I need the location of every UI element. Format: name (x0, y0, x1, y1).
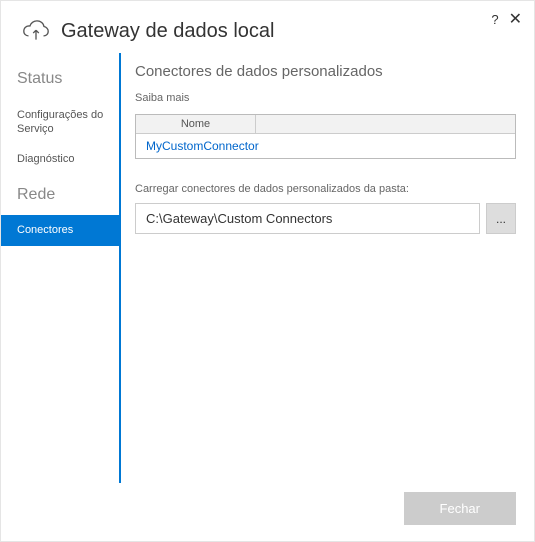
learn-more-link[interactable]: Saiba mais (135, 92, 516, 104)
sidebar-item-diagnostics[interactable]: Diagnóstico (1, 144, 119, 174)
titlebar: Gateway de dados local ? ✕ (1, 1, 534, 53)
sidebar-section-status[interactable]: Status (1, 59, 119, 100)
table-row[interactable]: MyCustomConnector (136, 134, 515, 158)
main-panel: Conectores de dados personalizados Saiba… (121, 53, 534, 483)
connectors-table: Nome MyCustomConnector (135, 114, 516, 159)
column-header-name[interactable]: Nome (136, 115, 256, 133)
sidebar-item-connectors[interactable]: Conectores (1, 215, 119, 245)
app-title: Gateway de dados local (61, 20, 274, 43)
help-button[interactable]: ? (491, 12, 498, 27)
column-header-empty (256, 115, 515, 133)
sidebar: Status Configurações do Serviço Diagnóst… (1, 53, 121, 483)
window-close-button[interactable]: ✕ (509, 9, 522, 29)
folder-label: Carregar conectores de dados personaliza… (135, 183, 516, 195)
sidebar-section-network[interactable]: Rede (1, 175, 119, 216)
content-area: Status Configurações do Serviço Diagnóst… (1, 53, 534, 483)
section-title: Conectores de dados personalizados (135, 63, 516, 80)
folder-row: ... (135, 203, 516, 234)
folder-path-input[interactable] (135, 203, 480, 234)
close-button[interactable]: Fechar (404, 492, 516, 525)
sidebar-item-service-settings[interactable]: Configurações do Serviço (1, 100, 119, 145)
table-header: Nome (136, 115, 515, 134)
browse-button[interactable]: ... (486, 203, 516, 234)
footer: Fechar (404, 492, 516, 525)
cloud-upload-icon (21, 19, 51, 43)
